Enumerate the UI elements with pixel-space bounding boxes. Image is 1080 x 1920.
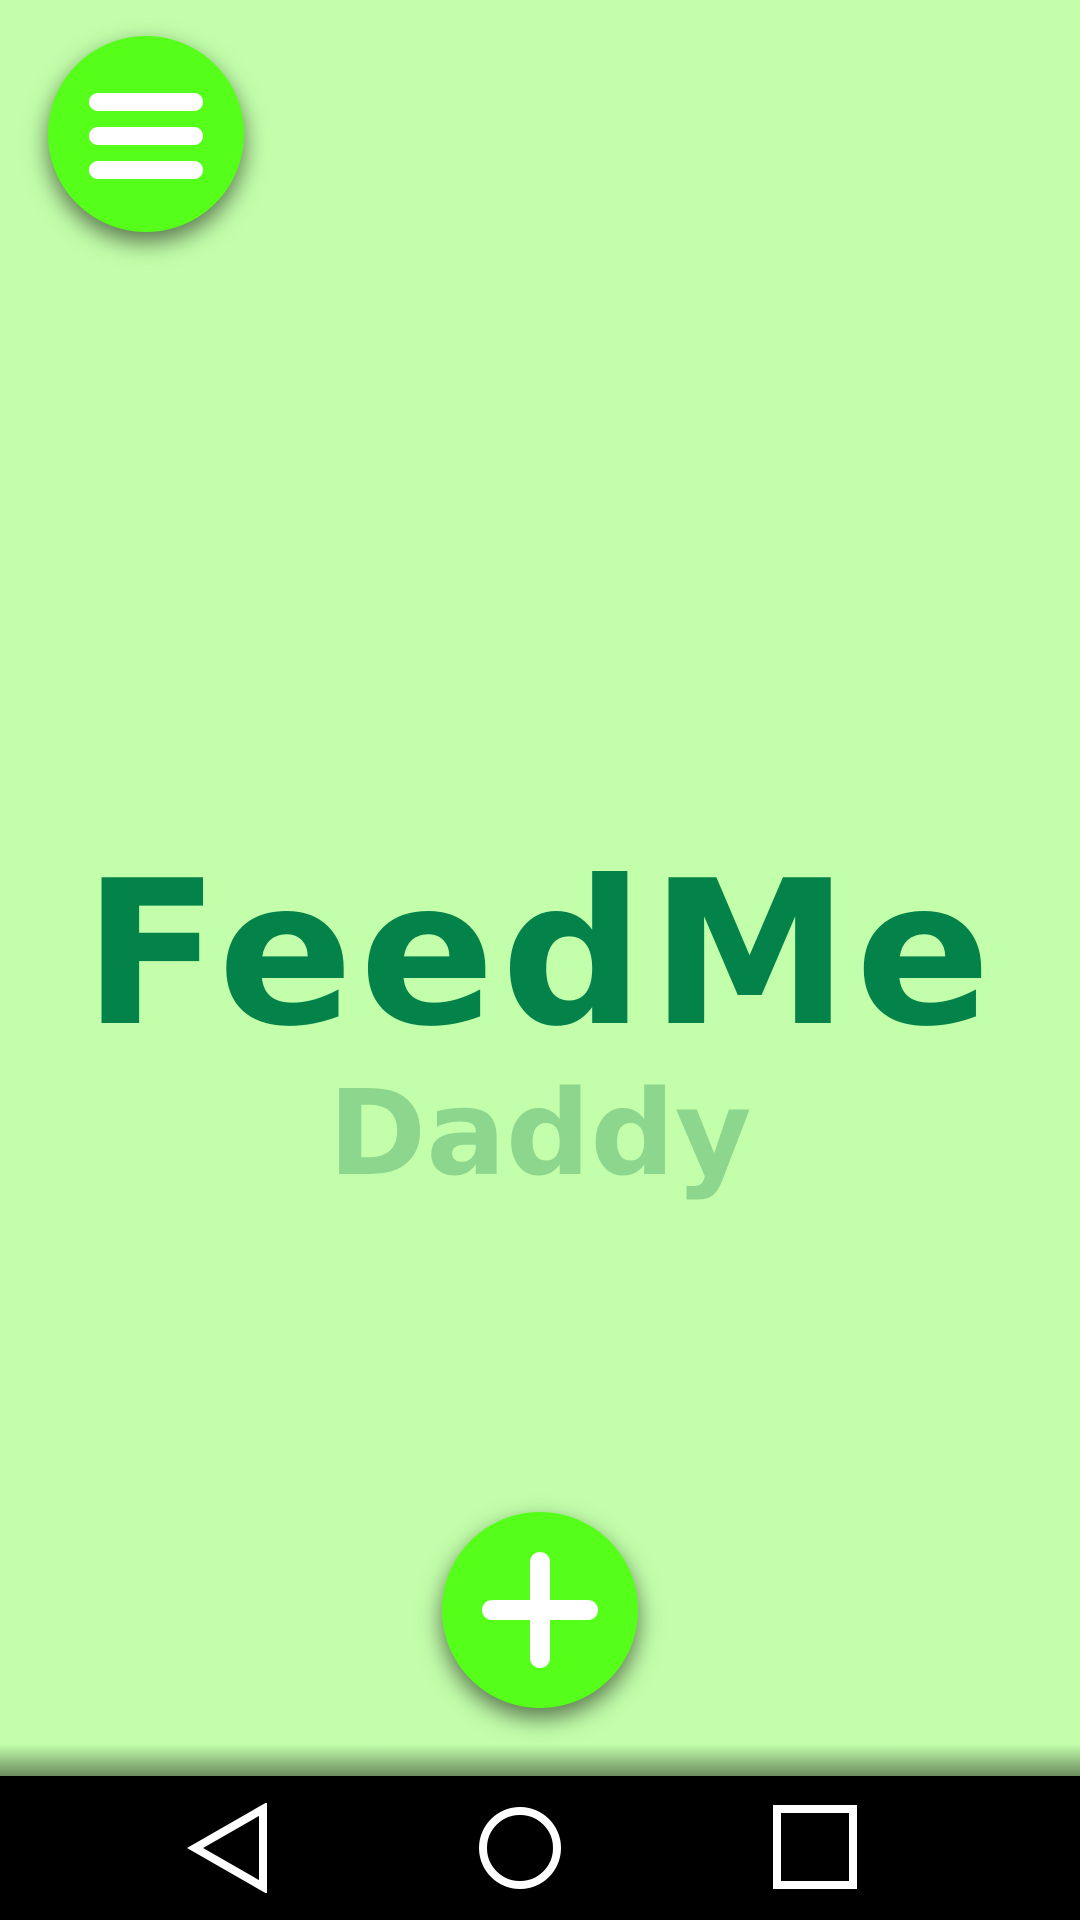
home-button[interactable] (430, 1776, 610, 1920)
app-subtitle: Daddy (328, 1064, 752, 1202)
app-title: FeedMe (83, 838, 997, 1071)
title-block: FeedMe Daddy (0, 838, 1080, 1202)
square-recents-icon (773, 1805, 857, 1889)
system-navigation-bar (0, 1776, 1080, 1920)
add-button[interactable] (442, 1512, 638, 1708)
hamburger-menu-icon (89, 93, 203, 179)
recents-button[interactable] (726, 1776, 906, 1920)
back-button[interactable] (140, 1776, 320, 1920)
navbar-shadow (0, 1744, 1080, 1776)
app-screen: FeedMe Daddy (0, 0, 1080, 1776)
plus-icon (482, 1552, 598, 1668)
menu-button[interactable] (48, 36, 244, 232)
triangle-back-icon (186, 1803, 267, 1893)
circle-home-icon (479, 1807, 561, 1889)
